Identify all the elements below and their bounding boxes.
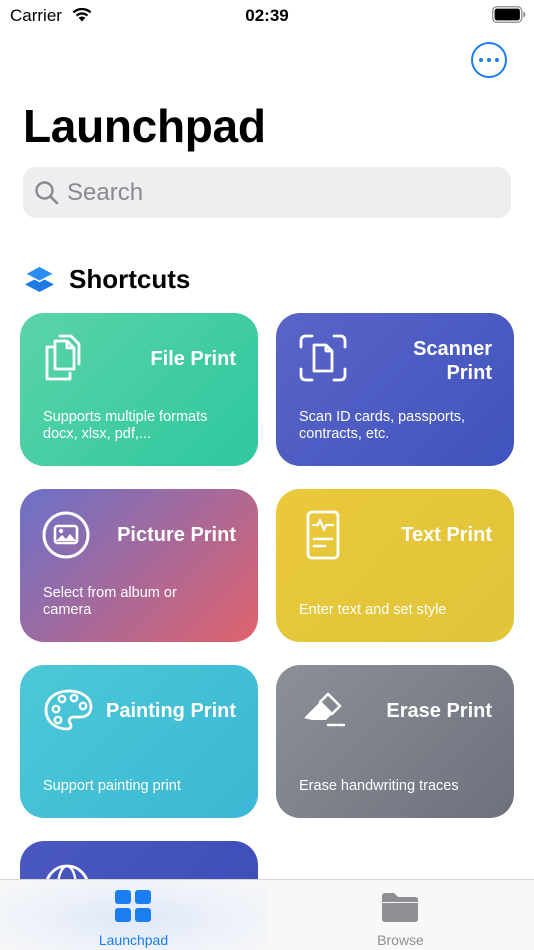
documents-icon	[45, 334, 81, 381]
tab-bar: Launchpad Browse	[0, 879, 534, 950]
battery-icon	[492, 6, 526, 23]
page-title: Launchpad	[23, 100, 266, 152]
more-dot	[478, 57, 484, 63]
grid-icon	[115, 890, 151, 922]
tab-label-browse: Browse	[377, 932, 424, 948]
text-print-card[interactable]: Text Print Enter text and set style	[276, 489, 514, 642]
more-options-button[interactable]	[471, 42, 507, 78]
erase-print-card[interactable]: Erase Print Erase handwriting traces	[276, 665, 514, 818]
folder-icon	[382, 893, 418, 922]
status-time: 02:39	[245, 6, 289, 25]
eraser-icon	[304, 692, 346, 727]
card-description: Select from album or camera	[43, 585, 177, 618]
card-title: File Print	[150, 348, 236, 370]
card-title: Text Print	[401, 524, 492, 546]
search-icon	[35, 181, 59, 205]
palette-icon	[44, 689, 93, 731]
more-dot	[494, 57, 500, 63]
card-title: Scanner Print	[413, 338, 492, 384]
picture-print-card[interactable]: Picture Print Select from album or camer…	[20, 489, 258, 642]
card-title: Painting Print	[106, 700, 236, 722]
card-title: Erase Print	[386, 700, 492, 722]
card-description: Enter text and set style	[299, 602, 447, 618]
text-document-icon	[306, 510, 340, 560]
card-description: Scan ID cards, passports, contracts, etc…	[299, 409, 466, 442]
section-title: Shortcuts	[69, 264, 191, 294]
tab-launchpad[interactable]: Launchpad	[0, 880, 267, 950]
file-print-card[interactable]: File Print Supports multiple formats doc…	[20, 313, 258, 466]
tab-browse[interactable]: Browse	[267, 880, 534, 950]
card-description: Supports multiple formats docx, xlsx, pd…	[43, 409, 208, 442]
layers-icon	[23, 265, 56, 292]
card-title: Picture Print	[117, 524, 236, 546]
more-dot	[486, 57, 492, 63]
search-bar[interactable]	[23, 167, 511, 218]
tab-label-launchpad: Launchpad	[98, 932, 169, 948]
scan-document-icon	[299, 334, 347, 382]
painting-print-card[interactable]: Painting Print Support painting print	[20, 665, 258, 818]
status-bar: Carrier 02:39	[0, 0, 534, 32]
picture-icon	[42, 511, 90, 559]
card-description: Support painting print	[43, 778, 181, 794]
card-description: Erase handwriting traces	[299, 778, 459, 794]
scanner-print-card[interactable]: Scanner Print Scan ID cards, passports, …	[276, 313, 514, 466]
search-input[interactable]	[67, 167, 497, 218]
